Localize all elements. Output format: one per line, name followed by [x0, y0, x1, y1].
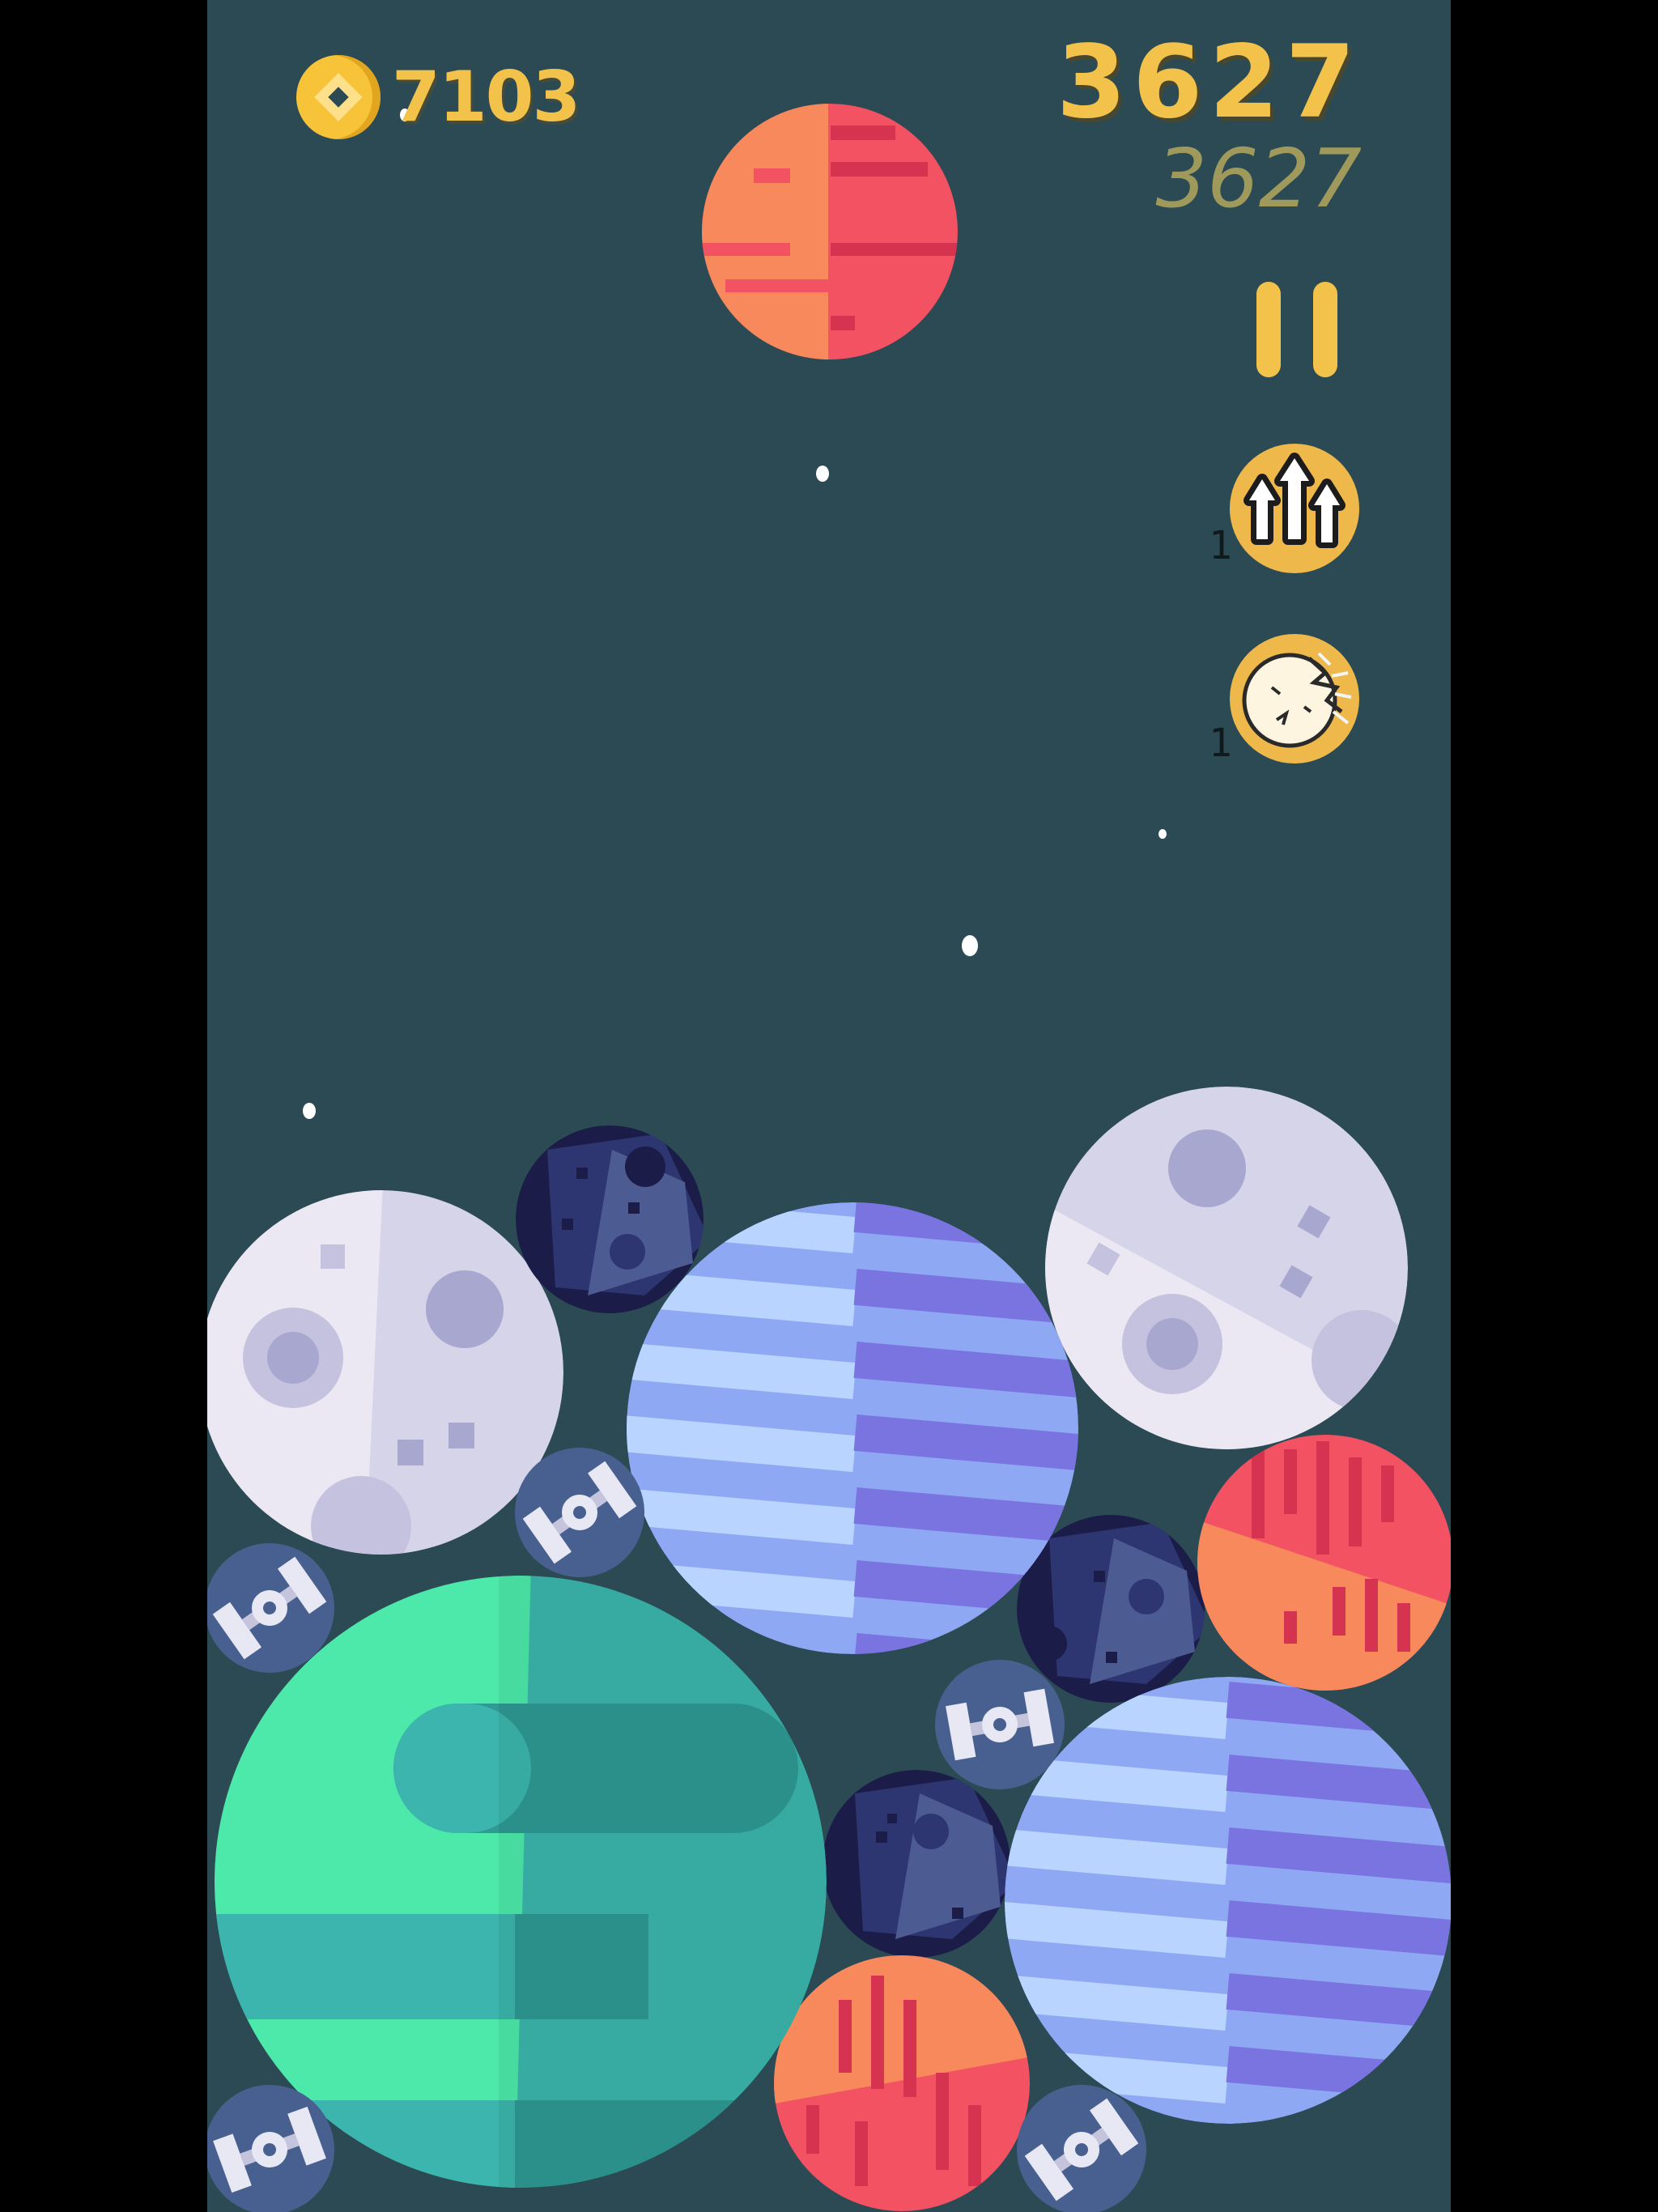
coin-value: 7103 [392, 57, 580, 138]
smash-powerup-count: 1 [1209, 721, 1232, 766]
pause-icon [1256, 282, 1281, 377]
pause-icon-bar [1313, 282, 1337, 377]
asteroid-planet [823, 1770, 1010, 1958]
coin-counter: 7103 [296, 55, 580, 139]
red-planet-falling [702, 104, 958, 359]
cracked-planet-icon [1242, 652, 1352, 748]
moon-planet [207, 1190, 563, 1555]
triple-arrow-up-icon [1244, 453, 1346, 548]
upgrade-powerup-button[interactable] [1230, 444, 1359, 573]
upgrade-powerup-count: 1 [1209, 523, 1232, 568]
game-board[interactable]: 7103 3627 3627 1 1 [207, 0, 1451, 2212]
coin-icon [296, 55, 380, 139]
red-planet [1197, 1435, 1451, 1691]
current-score: 3627 [1056, 24, 1362, 141]
smash-powerup-button[interactable] [1230, 634, 1359, 764]
best-score: 3627 [1155, 131, 1363, 226]
pause-button[interactable] [1256, 282, 1337, 377]
moon-planet [1045, 1087, 1408, 1449]
